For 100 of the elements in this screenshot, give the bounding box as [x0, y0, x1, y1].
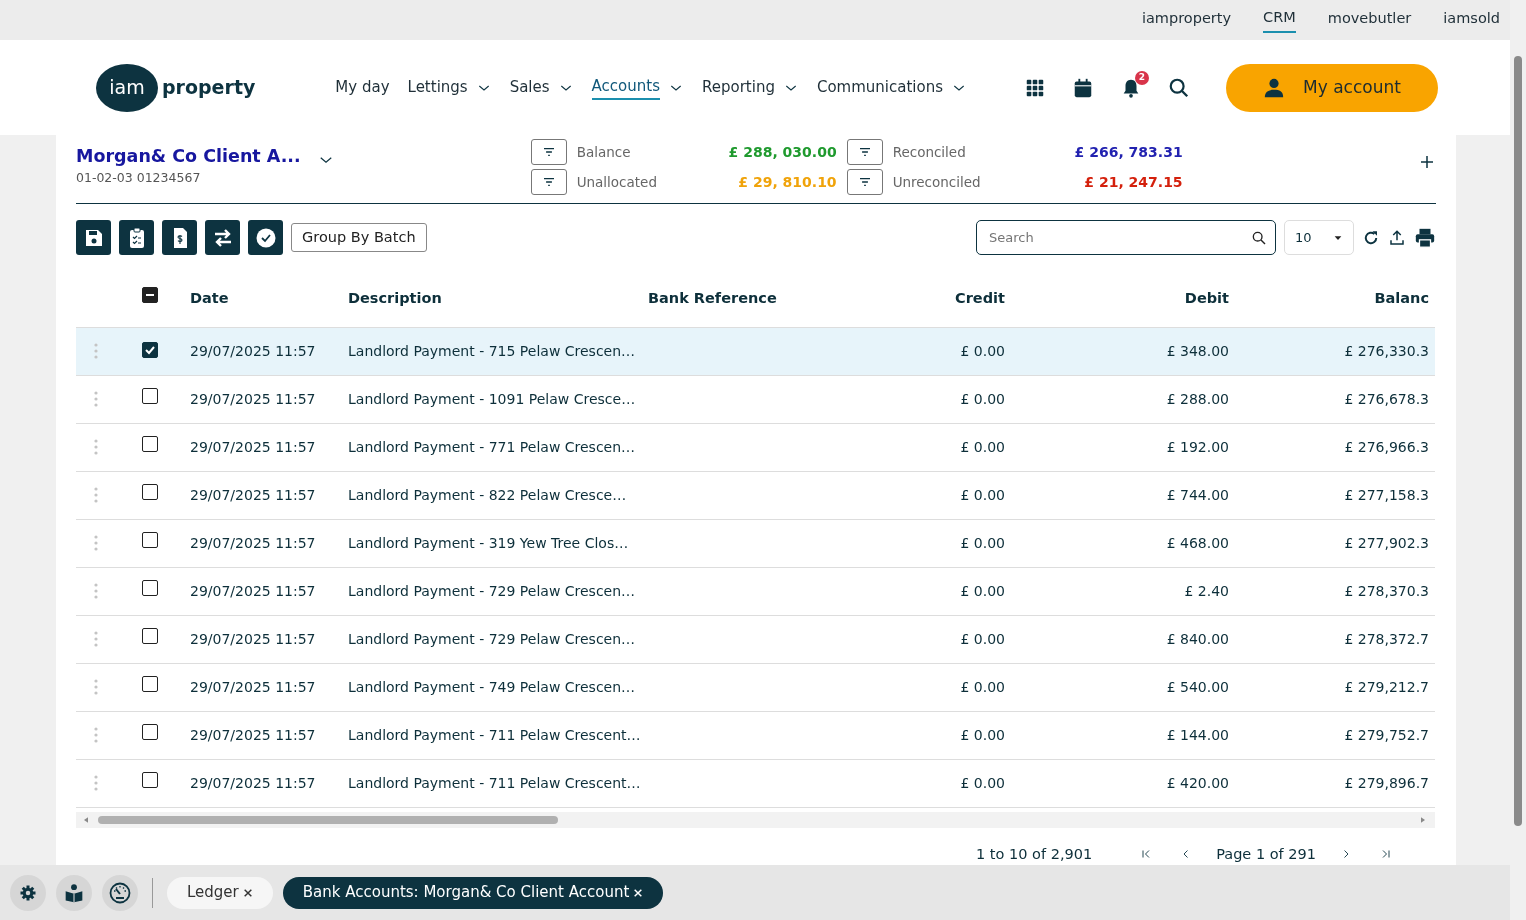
row-checkbox[interactable]: [142, 580, 158, 596]
top-link[interactable]: iamproperty: [1141, 8, 1232, 32]
notification-count: 2: [1135, 70, 1149, 85]
page-scrollbar-thumb[interactable]: [1514, 56, 1522, 826]
table-cell: £ 276,678.3: [1344, 390, 1429, 407]
checklist-button[interactable]: [119, 220, 154, 255]
summary-value: £ 29, 810.10: [737, 172, 837, 192]
scroll-right-icon[interactable]: [1419, 815, 1427, 824]
filter-button[interactable]: [530, 139, 567, 165]
divider-line: [152, 877, 153, 908]
row-checkbox[interactable]: [142, 388, 158, 404]
table-cell: Landlord Payment - 319 Yew Tree Clos…: [348, 534, 629, 551]
drag-handle-icon[interactable]: [93, 390, 99, 408]
table-cell: 29/07/2025 11:57: [190, 438, 316, 455]
row-checkbox[interactable]: [142, 772, 158, 788]
summary-value: £ 266, 783.31: [1073, 142, 1183, 162]
column-header: Description: [342, 271, 642, 327]
table-cell: 29/07/2025 11:57: [190, 486, 316, 503]
table-cell: £ 144.00: [1166, 726, 1229, 743]
reader-icon: [64, 882, 84, 903]
open-tab[interactable]: Ledger: [167, 876, 273, 909]
table-cell: 29/07/2025 11:57: [190, 582, 316, 599]
nav-link-item[interactable]: Lettings: [407, 75, 468, 100]
print-icon[interactable]: [1414, 226, 1436, 249]
last-page-icon: [1380, 848, 1392, 861]
dashboard-button[interactable]: [102, 874, 138, 911]
top-link[interactable]: iamsold: [1443, 8, 1500, 32]
scrollbar-thumb[interactable]: [98, 815, 558, 824]
search-icon: [1251, 230, 1267, 246]
summary-label: Reconciled: [892, 142, 967, 162]
row-checkbox[interactable]: [142, 676, 158, 692]
column-header: Bank Reference: [642, 271, 886, 327]
nav-link-item[interactable]: My day: [335, 75, 390, 100]
summary-label: Balance: [576, 142, 632, 162]
select-all-checkbox[interactable]: [142, 287, 158, 304]
summary-value: £ 288, 030.00: [727, 142, 837, 162]
refresh-icon[interactable]: [1362, 228, 1380, 247]
table-cell: £ 0.00: [960, 438, 1005, 455]
drag-handle-icon[interactable]: [93, 630, 99, 648]
nav-link-item[interactable]: Accounts: [591, 74, 660, 101]
column-header: Date: [184, 271, 342, 327]
drag-handle-icon[interactable]: [93, 534, 99, 552]
table-cell: 29/07/2025 11:57: [190, 534, 316, 551]
column-header: Balanc: [1235, 271, 1435, 327]
close-icon[interactable]: [242, 887, 253, 898]
save-button[interactable]: [76, 220, 111, 255]
drag-handle-icon[interactable]: [93, 774, 99, 792]
person-icon: [1263, 76, 1286, 99]
plus-icon[interactable]: [1418, 153, 1436, 171]
nav-link-item[interactable]: Communications: [816, 75, 943, 100]
table-cell: £ 278,370.3: [1344, 582, 1429, 599]
page-size-select[interactable]: 10: [1284, 220, 1354, 255]
drag-handle-icon[interactable]: [93, 726, 99, 744]
nav-link-item[interactable]: Sales: [509, 75, 550, 100]
table-cell: £ 420.00: [1166, 774, 1229, 791]
filter-button[interactable]: [846, 139, 883, 165]
summary-label: Unreconciled: [892, 172, 982, 192]
guide-button[interactable]: [56, 874, 92, 911]
table-cell: 29/07/2025 11:57: [190, 726, 316, 743]
nav-link-item[interactable]: Reporting: [702, 75, 775, 100]
drag-handle-icon[interactable]: [93, 438, 99, 456]
search-icon[interactable]: [1168, 76, 1190, 99]
approve-button[interactable]: [248, 220, 283, 255]
open-tab[interactable]: Bank Accounts: Morgan& Co Client Account: [282, 876, 664, 909]
table-cell: Landlord Payment - 822 Pelaw Cresce…: [348, 486, 627, 503]
drag-handle-icon[interactable]: [93, 342, 99, 360]
drag-handle-icon[interactable]: [93, 486, 99, 504]
table-cell: £ 540.00: [1166, 678, 1229, 695]
top-link[interactable]: CRM: [1263, 7, 1296, 33]
table-cell: Landlord Payment - 711 Pelaw Crescent…: [348, 774, 641, 791]
search-field[interactable]: Search: [976, 220, 1276, 255]
row-checkbox[interactable]: [142, 436, 158, 452]
transfer-button[interactable]: [205, 220, 240, 255]
row-checkbox[interactable]: [142, 724, 158, 740]
row-checkbox[interactable]: [142, 341, 158, 358]
summary-value: £ 21, 247.15: [1083, 172, 1183, 192]
table-cell: Landlord Payment - 1091 Pelaw Cresce…: [348, 390, 636, 407]
logo-text: property: [162, 75, 256, 101]
table-cell: £ 0.00: [960, 678, 1005, 695]
table-cell: Landlord Payment - 715 Pelaw Crescen…: [348, 342, 636, 359]
drag-handle-icon[interactable]: [93, 678, 99, 696]
row-checkbox[interactable]: [142, 532, 158, 548]
upload-icon[interactable]: [1388, 228, 1406, 247]
scroll-left-icon[interactable]: [82, 815, 90, 824]
filter-button[interactable]: [846, 169, 883, 195]
row-checkbox[interactable]: [142, 484, 158, 500]
invoice-button[interactable]: [162, 220, 197, 255]
group-by-batch-button[interactable]: Group By Batch: [291, 222, 427, 253]
page-indicator: Page 1 of 291: [1216, 844, 1316, 864]
gear-icon: [19, 883, 37, 902]
filter-button[interactable]: [530, 169, 567, 195]
top-link[interactable]: movebutler: [1327, 8, 1412, 32]
table-cell: £ 0.00: [960, 726, 1005, 743]
column-header: Credit: [886, 271, 1035, 327]
calendar-icon[interactable]: [1072, 76, 1094, 99]
settings-button[interactable]: [10, 874, 46, 911]
drag-handle-icon[interactable]: [93, 582, 99, 600]
summary-label: Unallocated: [576, 172, 658, 192]
row-checkbox[interactable]: [142, 628, 158, 644]
my-account-button[interactable]: My account: [1226, 63, 1438, 112]
